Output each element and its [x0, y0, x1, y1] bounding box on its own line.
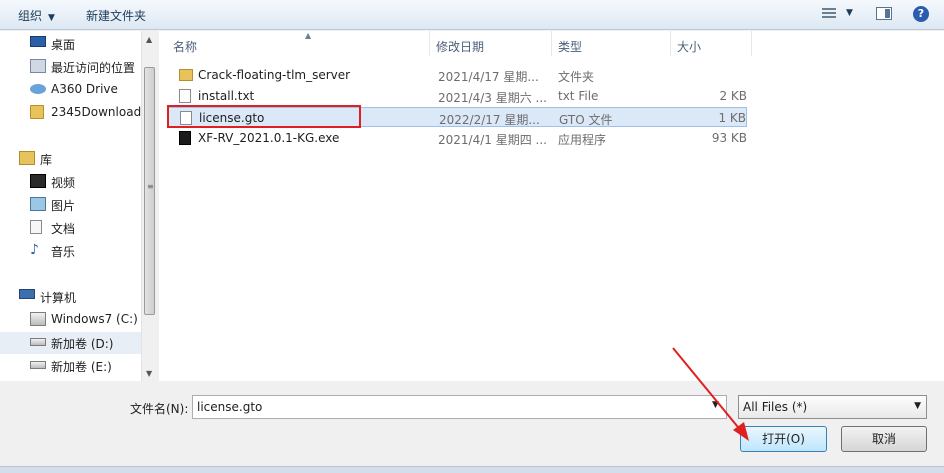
- open-button[interactable]: 打开(O): [740, 426, 827, 452]
- column-header-name[interactable]: ▲ 名称: [167, 31, 429, 56]
- file-name: Crack-floating-tlm_server: [198, 68, 351, 82]
- nav-item-label: 库: [40, 153, 53, 167]
- cancel-button[interactable]: 取消: [841, 426, 927, 452]
- view-chevron-down-icon[interactable]: ▼: [846, 8, 853, 18]
- library-icon: [19, 151, 35, 165]
- nav-item-label: Windows7 (C:): [51, 312, 138, 326]
- text-file-icon: [179, 89, 191, 103]
- navigation-pane: 桌面 最近访问的位置 A360 Drive 2345Downloads 库 视频…: [0, 31, 141, 381]
- command-toolbar: 组织 ▼ 新建文件夹 ▼ ?: [0, 0, 944, 30]
- column-header-label: 修改日期: [436, 40, 485, 54]
- new-folder-button[interactable]: 新建文件夹: [86, 7, 146, 24]
- nav-item-pictures[interactable]: 图片: [0, 194, 141, 216]
- column-header-size[interactable]: 大小: [670, 31, 752, 56]
- preview-pane-icon[interactable]: [876, 7, 892, 20]
- folder-icon: [179, 69, 193, 81]
- nav-item-label: 新加卷 (E:): [51, 360, 112, 374]
- exe-icon: [179, 131, 191, 145]
- nav-item-drive-c[interactable]: Windows7 (C:): [0, 309, 141, 331]
- nav-item-library[interactable]: 库: [0, 148, 141, 170]
- sort-up-icon: ▲: [305, 31, 312, 40]
- nav-item-label: 图片: [51, 199, 76, 213]
- nav-item-documents[interactable]: 文档: [0, 217, 141, 239]
- nav-item-label: 计算机: [40, 291, 77, 305]
- file-date: 2021/4/3 星期六 ...: [438, 91, 547, 105]
- nav-item-2345downloads[interactable]: 2345Downloads: [0, 102, 141, 124]
- nav-item-label: 最近访问的位置: [51, 61, 136, 75]
- file-date: 2022/2/17 星期...: [439, 113, 540, 127]
- drive-icon: [30, 338, 46, 346]
- file-type: 应用程序: [558, 133, 607, 147]
- system-drive-icon: [30, 312, 46, 326]
- organize-button[interactable]: 组织 ▼: [18, 7, 55, 24]
- nav-item-label: 2345Downloads: [51, 105, 141, 119]
- file-size: 2 KB: [719, 89, 747, 103]
- nav-scrollbar[interactable]: ▲ ≡ ▼: [141, 31, 158, 381]
- pictures-icon: [30, 197, 46, 211]
- video-icon: [30, 174, 46, 188]
- chevron-down-icon: ▼: [48, 13, 55, 23]
- file-size: 1 KB: [718, 111, 746, 125]
- file-name: install.txt: [198, 89, 255, 103]
- nav-item-label: 音乐: [51, 245, 76, 259]
- file-row[interactable]: Crack-floating-tlm_server 2021/4/17 星期..…: [167, 65, 747, 85]
- file-date: 2021/4/1 星期四 ...: [438, 133, 547, 147]
- file-type: GTO 文件: [559, 113, 613, 127]
- nav-item-desktop[interactable]: 桌面: [0, 33, 141, 55]
- file-row[interactable]: XF-RV_2021.0.1-KG.exe 2021/4/1 星期四 ... 应…: [167, 128, 747, 148]
- file-size: 93 KB: [711, 131, 747, 145]
- organize-label: 组织: [18, 9, 43, 23]
- help-icon[interactable]: ?: [913, 6, 929, 22]
- grip-icon: ≡: [147, 182, 154, 191]
- nav-item-a360[interactable]: A360 Drive: [0, 79, 141, 101]
- desktop-icon: [30, 36, 46, 47]
- nav-item-computer[interactable]: 计算机: [0, 286, 141, 308]
- file-type-filter-value: All Files (*): [743, 400, 808, 414]
- file-row[interactable]: install.txt 2021/4/3 星期六 ... txt File 2 …: [167, 86, 747, 106]
- scroll-up-icon[interactable]: ▲: [146, 35, 152, 44]
- cloud-drive-icon: [30, 84, 46, 94]
- column-header-date[interactable]: 修改日期: [429, 31, 552, 56]
- filename-input[interactable]: license.gto: [192, 395, 727, 419]
- file-type: txt File: [558, 89, 599, 103]
- nav-item-music[interactable]: ♪ 音乐: [0, 240, 141, 262]
- file-name: XF-RV_2021.0.1-KG.exe: [198, 131, 340, 145]
- column-header-type[interactable]: 类型: [551, 31, 671, 56]
- scroll-down-icon[interactable]: ▼: [146, 369, 152, 378]
- computer-icon: [19, 289, 35, 299]
- chevron-down-icon: ▼: [914, 401, 921, 411]
- nav-item-recent[interactable]: 最近访问的位置: [0, 56, 141, 78]
- highlight-box-annotation: [167, 105, 361, 128]
- recent-places-icon: [30, 59, 46, 73]
- nav-item-label: 视频: [51, 176, 76, 190]
- file-type-filter-select[interactable]: All Files (*) ▼: [738, 395, 927, 419]
- column-header-label: 大小: [677, 40, 702, 54]
- nav-item-video[interactable]: 视频: [0, 171, 141, 193]
- drive-icon: [30, 361, 46, 369]
- file-type: 文件夹: [558, 70, 595, 84]
- file-date: 2021/4/17 星期...: [438, 70, 539, 84]
- nav-item-drive-e[interactable]: 新加卷 (E:): [0, 355, 141, 377]
- nav-item-label: 文档: [51, 222, 76, 236]
- nav-item-label: 桌面: [51, 38, 76, 52]
- bottom-border: [0, 466, 944, 473]
- filename-dropdown-icon[interactable]: ▼: [712, 400, 719, 410]
- filename-label: 文件名(N):: [130, 402, 189, 416]
- nav-item-label: A360 Drive: [51, 82, 118, 96]
- scrollbar-thumb[interactable]: ≡: [144, 67, 155, 315]
- view-options-icon[interactable]: [822, 8, 836, 20]
- music-icon: ♪: [30, 242, 39, 258]
- file-list: ▲ 名称 修改日期 类型 大小 Crack-floating-tlm_serve…: [159, 31, 944, 381]
- nav-item-drive-d[interactable]: 新加卷 (D:): [0, 332, 141, 354]
- column-header-label: 类型: [558, 40, 583, 54]
- column-header-label: 名称: [173, 40, 198, 54]
- nav-item-label: 新加卷 (D:): [51, 337, 114, 351]
- documents-icon: [30, 220, 42, 234]
- folder-icon: [30, 105, 44, 119]
